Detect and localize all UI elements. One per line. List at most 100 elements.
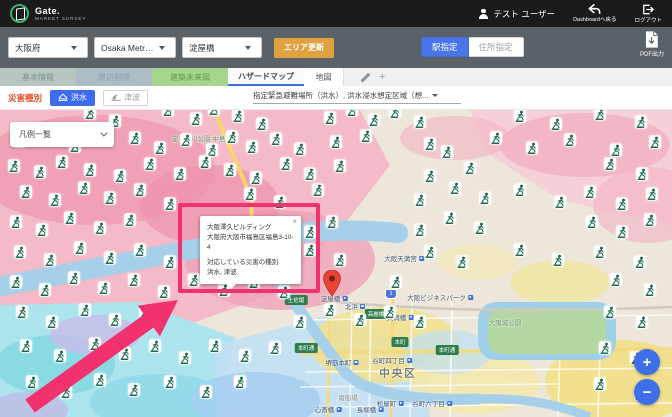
evacuation-site-icon[interactable] xyxy=(424,137,436,151)
legend-toggle[interactable]: 凡例一覧 xyxy=(10,122,114,147)
evacuation-site-icon[interactable] xyxy=(39,283,51,297)
evacuation-site-icon[interactable] xyxy=(104,251,116,265)
evacuation-site-icon[interactable] xyxy=(550,117,562,131)
area-update-button[interactable]: エリア更新 xyxy=(274,37,334,58)
evacuation-site-icon[interactable] xyxy=(644,213,656,227)
evacuation-site-icon[interactable] xyxy=(294,315,306,329)
evacuation-site-icon[interactable] xyxy=(164,375,176,389)
evacuation-site-icon[interactable] xyxy=(326,215,338,229)
railway-line-select[interactable]: Osaka Metro御堂... xyxy=(94,37,176,58)
evacuation-site-icon[interactable] xyxy=(54,349,66,363)
evacuation-site-icon[interactable] xyxy=(256,117,268,131)
evacuation-site-icon[interactable] xyxy=(49,193,61,207)
evacuation-site-icon[interactable] xyxy=(244,187,256,201)
evacuation-site-icon[interactable] xyxy=(128,383,140,397)
evacuation-site-icon[interactable] xyxy=(634,255,646,269)
evacuation-site-icon[interactable] xyxy=(635,115,647,129)
evacuation-site-icon[interactable] xyxy=(636,167,648,181)
evacuation-site-icon[interactable] xyxy=(209,339,221,353)
evacuation-site-icon[interactable] xyxy=(324,111,336,125)
evacuation-site-icon[interactable] xyxy=(94,373,106,387)
evacuation-site-icon[interactable] xyxy=(10,215,22,229)
tab-building-future[interactable]: 建築未来図 xyxy=(152,68,228,86)
evacuation-site-icon[interactable] xyxy=(564,133,576,147)
evacuation-site-icon[interactable] xyxy=(158,285,170,299)
evacuation-site-icon[interactable] xyxy=(180,133,192,147)
evacuation-site-icon[interactable] xyxy=(20,339,32,353)
evacuation-site-icon[interactable] xyxy=(334,253,346,267)
evacuation-site-icon[interactable] xyxy=(414,315,426,329)
evacuation-site-icon[interactable] xyxy=(604,305,616,319)
evacuation-site-icon[interactable] xyxy=(324,303,336,317)
evacuation-site-icon[interactable] xyxy=(552,253,564,267)
evacuation-site-icon[interactable] xyxy=(134,243,146,257)
evacuation-site-icon[interactable] xyxy=(104,191,116,205)
evacuation-site-icon[interactable] xyxy=(304,167,316,181)
address-mode-button[interactable]: 住所指定 xyxy=(468,37,524,57)
evacuation-site-icon[interactable] xyxy=(84,163,96,177)
app-logo[interactable]: Gate. MARKET SURVEY xyxy=(10,4,86,23)
tab-basic-info[interactable]: 基本情報 xyxy=(0,68,76,86)
evacuation-site-icon[interactable] xyxy=(414,193,426,207)
evacuation-site-icon[interactable] xyxy=(14,245,26,259)
evacuation-site-icon[interactable] xyxy=(414,115,426,129)
evacuation-site-icon[interactable] xyxy=(456,255,468,269)
evacuation-site-icon[interactable] xyxy=(649,135,661,149)
map-zoom-out-button[interactable]: − xyxy=(634,379,660,405)
evacuation-site-icon[interactable] xyxy=(224,163,236,177)
logout-button[interactable]: ログアウト xyxy=(634,4,662,24)
evacuation-site-icon[interactable] xyxy=(129,131,141,145)
tab-market-price[interactable]: 周辺相場 xyxy=(76,68,152,86)
evacuation-site-icon[interactable] xyxy=(98,281,110,295)
evacuation-site-icon[interactable] xyxy=(144,157,156,171)
evacuation-site-icon[interactable] xyxy=(250,171,262,185)
add-tab-icon[interactable]: + xyxy=(379,71,385,83)
evacuation-site-icon[interactable] xyxy=(164,255,176,269)
tab-hazard-map[interactable]: ハザードマップ xyxy=(228,68,304,86)
evacuation-site-icon[interactable] xyxy=(44,253,56,267)
evacuation-site-icon[interactable] xyxy=(636,315,648,329)
user-menu[interactable]: テスト ユーザー xyxy=(478,8,555,20)
evacuation-site-icon[interactable] xyxy=(594,110,606,121)
hazard-layer-select[interactable]: 指定緊急避難場所（洪水）, 洪水浸水想定区域（想... xyxy=(253,90,461,104)
evacuation-site-icon[interactable] xyxy=(164,197,176,211)
evacuation-site-icon[interactable] xyxy=(354,313,366,327)
evacuation-site-icon[interactable] xyxy=(78,181,90,195)
evacuation-site-icon[interactable] xyxy=(36,223,48,237)
evacuation-site-icon[interactable] xyxy=(449,181,461,195)
evacuation-site-icon[interactable] xyxy=(414,223,426,237)
evacuation-site-icon[interactable] xyxy=(441,145,453,159)
evacuation-site-icon[interactable] xyxy=(490,131,502,145)
edit-tab-icon[interactable] xyxy=(360,73,369,82)
evacuation-site-icon[interactable] xyxy=(594,245,606,259)
evacuation-site-icon[interactable] xyxy=(424,245,436,259)
pdf-export-button[interactable]: PDF出力 xyxy=(640,31,664,58)
evacuation-site-icon[interactable] xyxy=(128,273,140,287)
evacuation-site-icon[interactable] xyxy=(424,169,436,183)
evacuation-site-icon[interactable] xyxy=(109,313,121,327)
evacuation-site-icon[interactable] xyxy=(200,385,212,399)
evacuation-site-icon[interactable] xyxy=(232,110,244,123)
map-pin-icon[interactable] xyxy=(323,270,341,296)
evacuation-site-icon[interactable] xyxy=(234,375,246,389)
evacuation-site-icon[interactable] xyxy=(246,140,258,154)
evacuation-site-icon[interactable] xyxy=(384,305,396,319)
evacuation-site-icon[interactable] xyxy=(610,143,622,157)
evacuation-site-icon[interactable] xyxy=(479,191,491,205)
evacuation-site-icon[interactable] xyxy=(594,377,606,391)
evacuation-site-icon[interactable] xyxy=(334,159,346,173)
evacuation-site-icon[interactable] xyxy=(616,197,628,211)
evacuation-site-icon[interactable] xyxy=(584,185,596,199)
evacuation-site-icon[interactable] xyxy=(346,110,358,117)
evacuation-site-icon[interactable] xyxy=(330,135,342,149)
map-zoom-in-button[interactable]: + xyxy=(634,349,660,375)
station-select[interactable]: 淀屋橋 xyxy=(182,37,262,58)
evacuation-site-icon[interactable] xyxy=(179,351,191,365)
evacuation-site-icon[interactable] xyxy=(389,110,401,119)
evacuation-site-icon[interactable] xyxy=(64,211,76,225)
hazard-map-canvas[interactable]: 淀川河川公園 中島地区 大阪天満宮 大阪ビジネスパーク 大阪城公園 天満橋 北浜 淀屋橋 土佐… xyxy=(0,110,672,417)
evacuation-site-icon[interactable] xyxy=(89,337,101,351)
evacuation-site-icon[interactable] xyxy=(74,241,86,255)
flood-filter-button[interactable]: 洪水 xyxy=(50,89,96,106)
evacuation-site-icon[interactable] xyxy=(586,215,598,229)
